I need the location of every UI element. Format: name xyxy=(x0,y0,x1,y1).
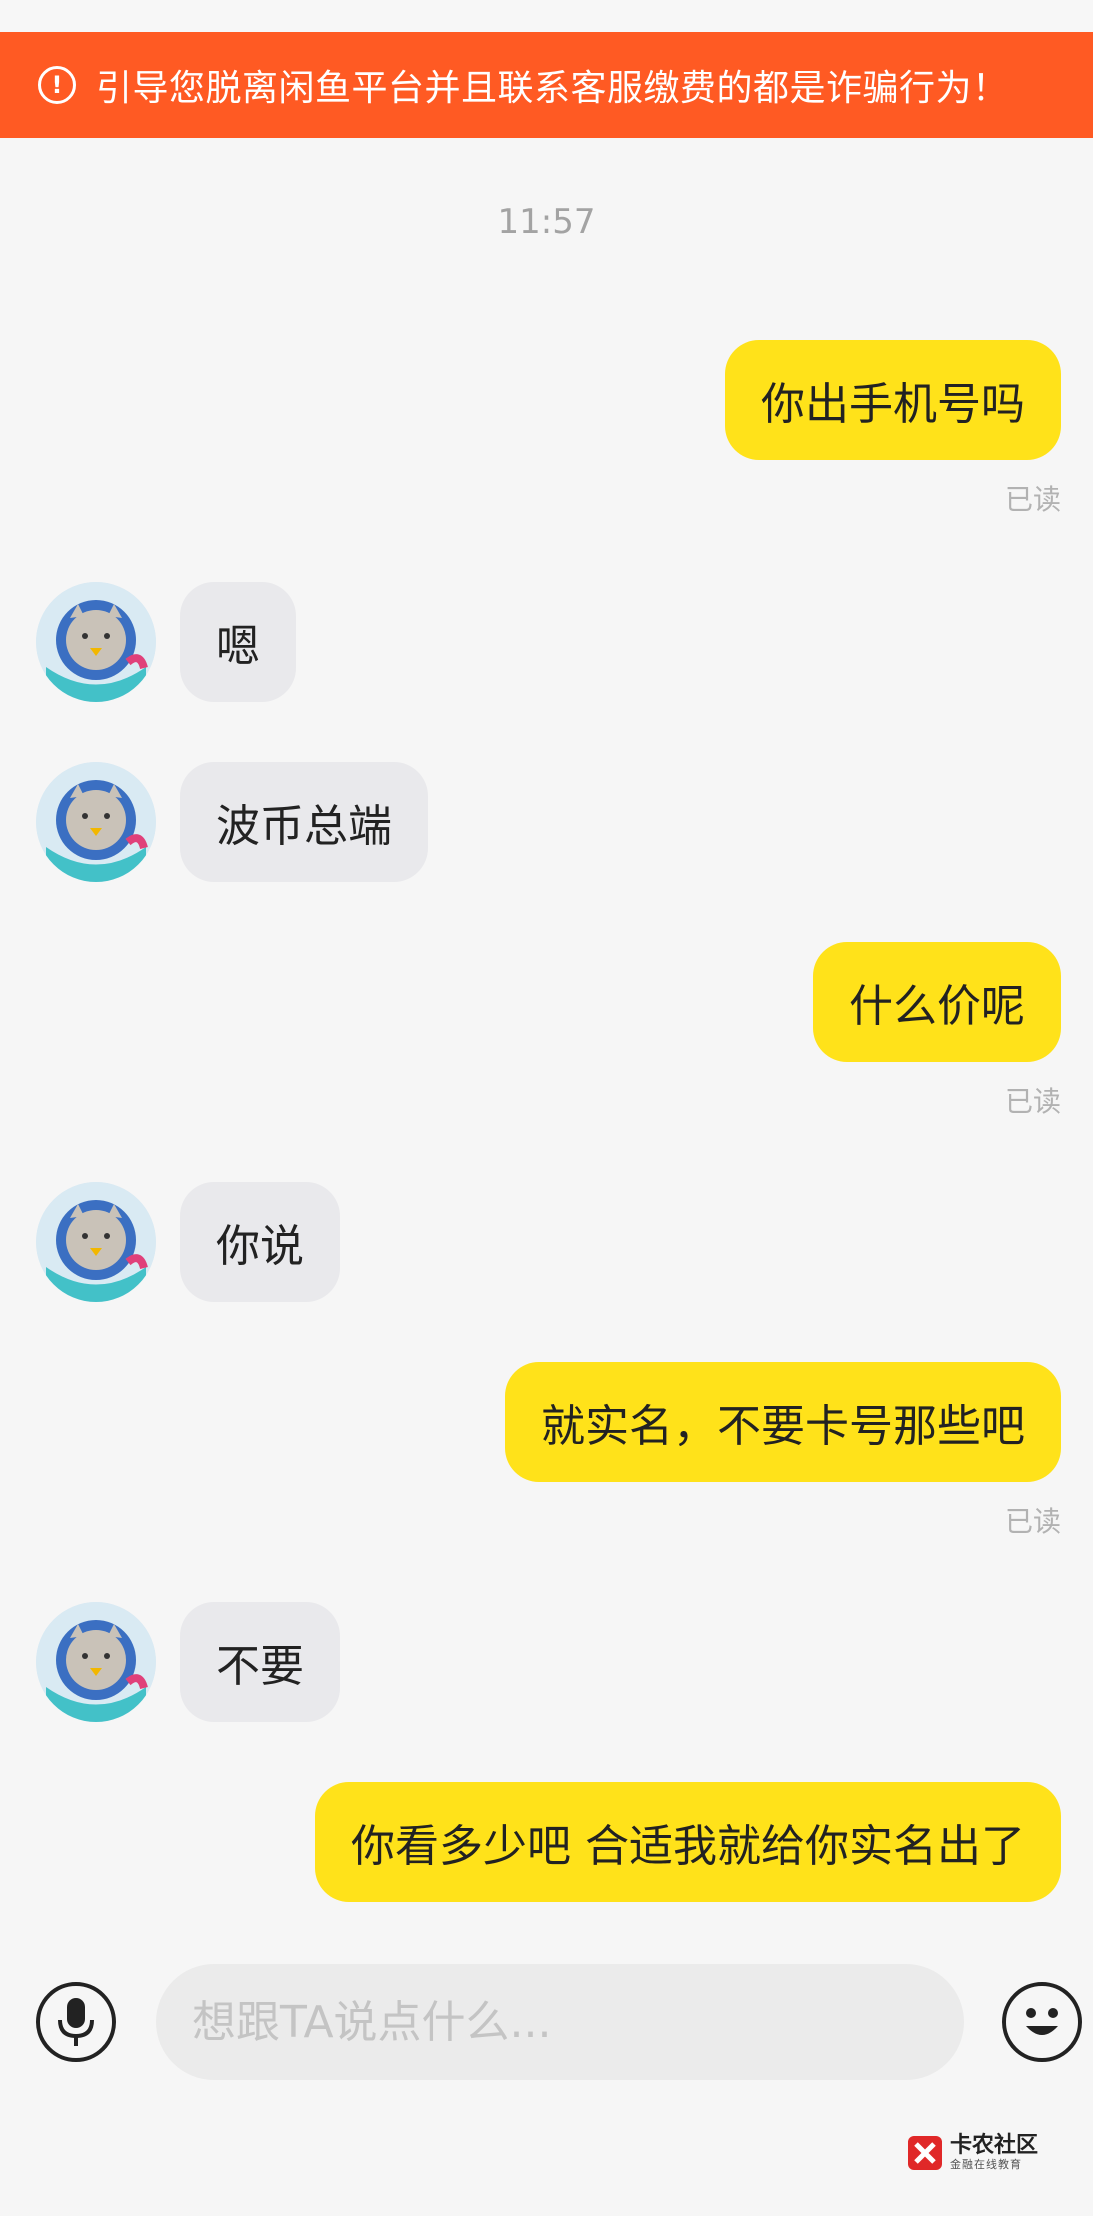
warning-text: 引导您脱离闲鱼平台并且联系客服缴费的都是诈骗行为！ xyxy=(96,68,1009,109)
outgoing-message-bubble[interactable]: 什么价呢 xyxy=(813,942,1061,1062)
message-row-incoming: 嗯 xyxy=(0,582,1093,702)
incoming-message-bubble[interactable]: 不要 xyxy=(180,1602,340,1722)
watermark-title: 卡农社区 xyxy=(950,2133,1039,2158)
message-row-outgoing: 什么价呢 已读 xyxy=(0,942,1093,1122)
avatar[interactable] xyxy=(36,762,156,882)
message-row-outgoing: 就实名，不要卡号那些吧 已读 xyxy=(0,1362,1093,1542)
incoming-message-bubble[interactable]: 波币总端 xyxy=(180,762,428,882)
message-composer: 卡农社区 金融在线教育 xyxy=(0,1928,1093,2216)
exclamation-circle-icon: ! xyxy=(38,66,76,104)
message-input[interactable] xyxy=(156,1964,964,2080)
message-row-incoming: 你说 xyxy=(0,1182,1093,1302)
read-status: 已读 xyxy=(1004,1505,1061,1538)
message-row-outgoing: 你出手机号吗 已读 xyxy=(0,340,1093,520)
avatar[interactable] xyxy=(36,1602,156,1722)
message-row-incoming: 波币总端 xyxy=(0,762,1093,882)
read-status: 已读 xyxy=(1004,1085,1061,1118)
incoming-message-bubble[interactable]: 你说 xyxy=(180,1182,340,1302)
message-row-incoming: 不要 xyxy=(0,1602,1093,1722)
avatar[interactable] xyxy=(36,582,156,702)
kanong-logo-icon xyxy=(908,2136,942,2170)
outgoing-message-bubble[interactable]: 你看多少吧 合适我就给你实名出了 xyxy=(315,1782,1061,1902)
outgoing-message-bubble[interactable]: 就实名，不要卡号那些吧 xyxy=(505,1362,1061,1482)
incoming-message-bubble[interactable]: 嗯 xyxy=(180,582,296,702)
watermark-subtitle: 金融在线教育 xyxy=(950,2158,1022,2171)
microphone-icon[interactable] xyxy=(36,1982,116,2062)
smiley-face-icon[interactable] xyxy=(1002,1982,1082,2062)
read-status: 已读 xyxy=(1004,483,1061,516)
outgoing-message-bubble[interactable]: 你出手机号吗 xyxy=(725,340,1061,460)
message-timestamp: 11:57 xyxy=(497,202,596,242)
watermark: 卡农社区 金融在线教育 xyxy=(906,2128,1056,2178)
status-bar xyxy=(0,0,1093,32)
message-list[interactable]: 11:57 你出手机号吗 已读 嗯 波币总端 什么价呢 已读 你说 就实名，不要… xyxy=(0,138,1093,1928)
fraud-warning-banner: ! 引导您脱离闲鱼平台并且联系客服缴费的都是诈骗行为！ xyxy=(0,32,1093,138)
message-row-outgoing: 你看多少吧 合适我就给你实名出了 xyxy=(0,1782,1093,1928)
avatar[interactable] xyxy=(36,1182,156,1302)
chat-screen: ! 引导您脱离闲鱼平台并且联系客服缴费的都是诈骗行为！ 11:57 你出手机号吗… xyxy=(0,0,1093,2216)
